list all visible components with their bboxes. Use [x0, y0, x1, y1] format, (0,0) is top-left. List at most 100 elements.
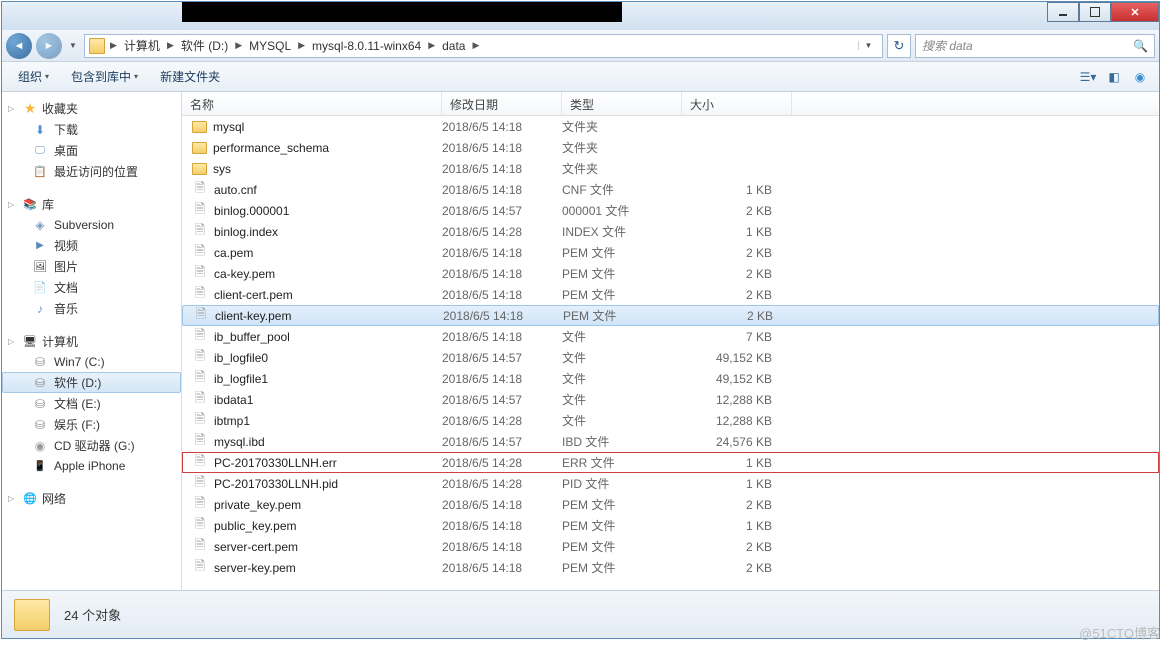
file-type: CNF 文件 [562, 181, 682, 198]
preview-pane-button[interactable]: ◧ [1103, 67, 1125, 87]
sidebar-item-videos[interactable]: 视频 [2, 235, 181, 256]
sidebar-item-pictures[interactable]: 图片 [2, 256, 181, 277]
window-controls [1047, 2, 1159, 22]
search-input[interactable]: 搜索 data 🔍 [915, 34, 1155, 58]
file-name-cell: server-cert.pem [182, 539, 442, 555]
column-name[interactable]: 名称 [182, 92, 442, 115]
file-row[interactable]: ca-key.pem2018/6/5 14:18PEM 文件2 KB [182, 263, 1159, 284]
file-date: 2018/6/5 14:57 [442, 393, 562, 407]
music-icon [32, 301, 48, 317]
file-row[interactable]: binlog.0000012018/6/5 14:57000001 文件2 KB [182, 200, 1159, 221]
sidebar-head-favorites[interactable]: ▷收藏夹 [2, 98, 181, 119]
file-row[interactable]: ibdata12018/6/5 14:57文件12,288 KB [182, 389, 1159, 410]
file-size: 2 KB [682, 540, 792, 554]
column-date[interactable]: 修改日期 [442, 92, 562, 115]
file-icon [192, 518, 208, 534]
file-row[interactable]: public_key.pem2018/6/5 14:18PEM 文件1 KB [182, 515, 1159, 536]
sidebar-item-documents[interactable]: 文档 [2, 277, 181, 298]
breadcrumb-dropdown[interactable]: ▼ [858, 41, 878, 50]
file-name: ca-key.pem [214, 267, 275, 281]
sidebar-item-cd-drive[interactable]: CD 驱动器 (G:) [2, 435, 181, 456]
file-date: 2018/6/5 14:18 [442, 141, 562, 155]
file-row[interactable]: auto.cnf2018/6/5 14:18CNF 文件1 KB [182, 179, 1159, 200]
file-list: mysql2018/6/5 14:18文件夹 performance_schema… [182, 116, 1159, 578]
file-row[interactable]: sys2018/6/5 14:18文件夹 [182, 158, 1159, 179]
minimize-button[interactable] [1047, 2, 1079, 22]
toolbar: 组织 包含到库中 新建文件夹 ☰▾ ◧ ◉ [2, 62, 1159, 92]
file-date: 2018/6/5 14:18 [443, 309, 563, 323]
file-row[interactable]: binlog.index2018/6/5 14:28INDEX 文件1 KB [182, 221, 1159, 242]
file-row[interactable]: mysql.ibd2018/6/5 14:57IBD 文件24,576 KB [182, 431, 1159, 452]
include-in-library-button[interactable]: 包含到库中 [63, 65, 146, 88]
new-folder-button[interactable]: 新建文件夹 [152, 65, 228, 88]
file-row[interactable]: PC-20170330LLNH.err2018/6/5 14:28ERR 文件1… [182, 452, 1159, 473]
column-size[interactable]: 大小 [682, 92, 792, 115]
sidebar-item-drive-d[interactable]: 软件 (D:) [2, 372, 181, 393]
search-icon[interactable]: 🔍 [1133, 39, 1148, 53]
file-row[interactable]: client-key.pem2018/6/5 14:18PEM 文件2 KB [182, 305, 1159, 326]
forward-button[interactable]: ► [36, 33, 62, 59]
sidebar-item-downloads[interactable]: 下载 [2, 119, 181, 140]
sidebar-head-libraries[interactable]: ▷库 [2, 194, 181, 215]
file-name: client-key.pem [215, 309, 291, 323]
organize-button[interactable]: 组织 [10, 65, 57, 88]
breadcrumb-item[interactable]: data [440, 39, 467, 53]
file-name-cell: PC-20170330LLNH.pid [182, 476, 442, 492]
file-row[interactable]: mysql2018/6/5 14:18文件夹 [182, 116, 1159, 137]
refresh-button[interactable]: ↻ [887, 34, 911, 58]
file-row[interactable]: ca.pem2018/6/5 14:18PEM 文件2 KB [182, 242, 1159, 263]
breadcrumb[interactable]: ▶ 计算机 ▶ 软件 (D:) ▶ MYSQL ▶ mysql-8.0.11-w… [84, 34, 883, 58]
toolbar-right: ☰▾ ◧ ◉ [1077, 67, 1151, 87]
breadcrumb-item[interactable]: 计算机 [122, 37, 162, 54]
file-row[interactable]: private_key.pem2018/6/5 14:18PEM 文件2 KB [182, 494, 1159, 515]
maximize-button[interactable] [1079, 2, 1111, 22]
sidebar-head-network[interactable]: ▷网络 [2, 488, 181, 509]
watermark: @51CTO博客 [1079, 623, 1160, 642]
file-size: 1 KB [682, 519, 792, 533]
file-row[interactable]: performance_schema2018/6/5 14:18文件夹 [182, 137, 1159, 158]
file-name: ca.pem [214, 246, 253, 260]
drive-icon [32, 396, 48, 412]
file-icon [192, 287, 208, 303]
sidebar-item-subversion[interactable]: Subversion [2, 215, 181, 235]
file-row[interactable]: ib_buffer_pool2018/6/5 14:18文件7 KB [182, 326, 1159, 347]
file-name-cell: performance_schema [182, 141, 442, 155]
sidebar-item-drive-c[interactable]: Win7 (C:) [2, 352, 181, 372]
file-type: ERR 文件 [562, 454, 682, 471]
file-size: 24,576 KB [682, 435, 792, 449]
column-headers: 名称 修改日期 类型 大小 [182, 92, 1159, 116]
view-options-button[interactable]: ☰▾ [1077, 67, 1099, 87]
sidebar-item-desktop[interactable]: 桌面 [2, 140, 181, 161]
sidebar-item-recent[interactable]: 最近访问的位置 [2, 161, 181, 182]
file-type: PEM 文件 [562, 559, 682, 576]
sidebar-item-drive-f[interactable]: 娱乐 (F:) [2, 414, 181, 435]
file-row[interactable]: client-cert.pem2018/6/5 14:18PEM 文件2 KB [182, 284, 1159, 305]
file-name-cell: ca.pem [182, 245, 442, 261]
file-name: performance_schema [213, 141, 329, 155]
sidebar-libraries: ▷库 Subversion 视频 图片 文档 音乐 [2, 194, 181, 319]
sidebar-item-iphone[interactable]: Apple iPhone [2, 456, 181, 476]
sidebar-item-music[interactable]: 音乐 [2, 298, 181, 319]
breadcrumb-item[interactable]: mysql-8.0.11-winx64 [310, 39, 423, 53]
file-icon [192, 182, 208, 198]
file-row[interactable]: server-cert.pem2018/6/5 14:18PEM 文件2 KB [182, 536, 1159, 557]
history-dropdown[interactable]: ▼ [66, 41, 80, 50]
breadcrumb-item[interactable]: 软件 (D:) [179, 37, 230, 54]
file-row[interactable]: ib_logfile12018/6/5 14:18文件49,152 KB [182, 368, 1159, 389]
help-button[interactable]: ◉ [1129, 67, 1151, 87]
library-icon [22, 197, 38, 213]
file-date: 2018/6/5 14:28 [442, 456, 562, 470]
file-date: 2018/6/5 14:18 [442, 372, 562, 386]
column-type[interactable]: 类型 [562, 92, 682, 115]
file-type: PEM 文件 [562, 538, 682, 555]
file-row[interactable]: server-key.pem2018/6/5 14:18PEM 文件2 KB [182, 557, 1159, 578]
close-button[interactable] [1111, 2, 1159, 22]
sidebar-item-drive-e[interactable]: 文档 (E:) [2, 393, 181, 414]
breadcrumb-item[interactable]: MYSQL [247, 39, 293, 53]
sidebar-head-computer[interactable]: ▷计算机 [2, 331, 181, 352]
file-row[interactable]: PC-20170330LLNH.pid2018/6/5 14:28PID 文件1… [182, 473, 1159, 494]
file-date: 2018/6/5 14:18 [442, 498, 562, 512]
file-row[interactable]: ib_logfile02018/6/5 14:57文件49,152 KB [182, 347, 1159, 368]
back-button[interactable]: ◄ [6, 33, 32, 59]
file-row[interactable]: ibtmp12018/6/5 14:28文件12,288 KB [182, 410, 1159, 431]
